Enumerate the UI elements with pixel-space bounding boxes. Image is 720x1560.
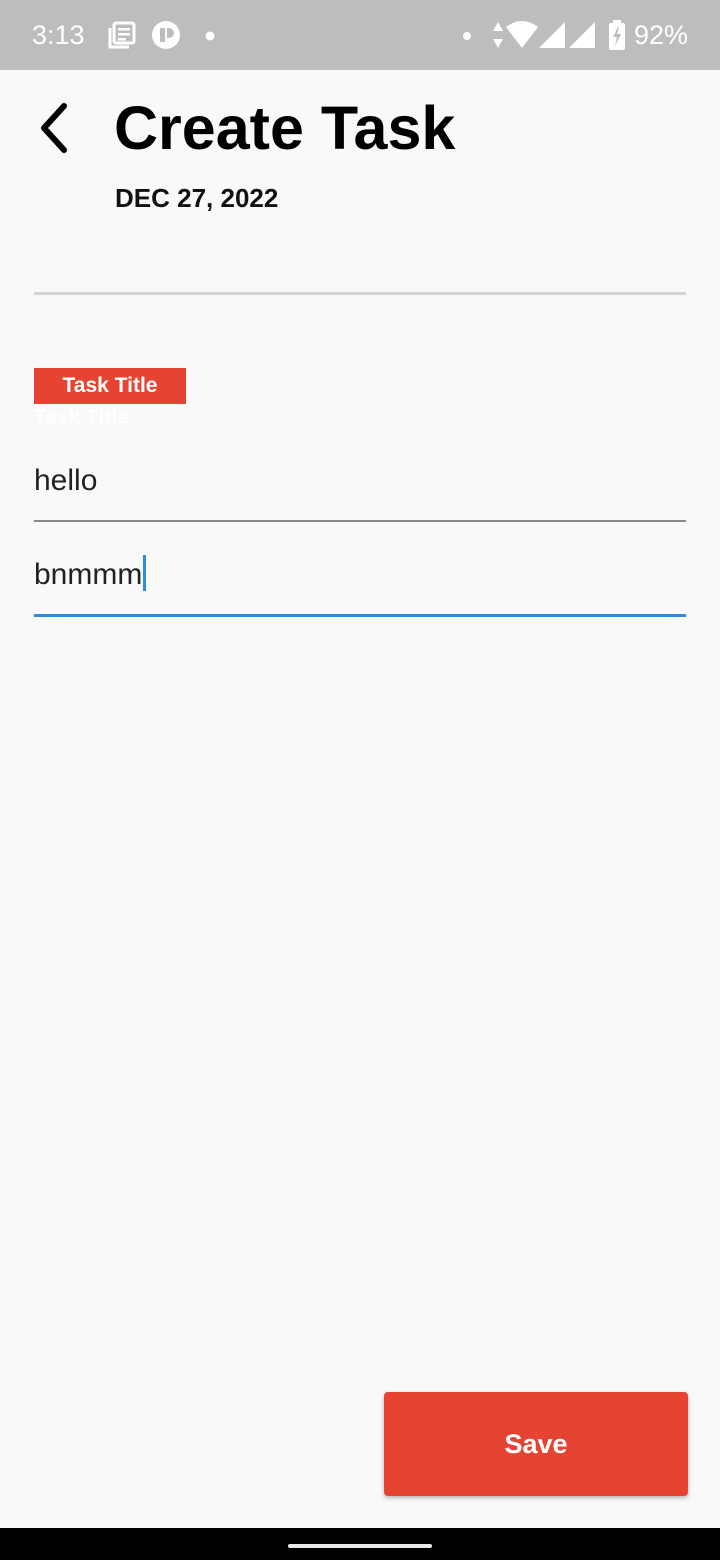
home-gesture-handle[interactable] <box>288 1544 432 1548</box>
header-divider <box>34 292 686 295</box>
signal-icon <box>539 22 565 48</box>
dot-icon <box>205 31 215 41</box>
news-icon <box>108 21 136 49</box>
dot-icon <box>463 32 471 40</box>
save-button[interactable]: Save <box>384 1392 688 1496</box>
wifi-badge: 4 <box>527 38 533 50</box>
task-title-input[interactable]: hello <box>34 458 686 522</box>
status-time: 3:13 <box>32 20 85 50</box>
battery-percentage: 92% <box>634 20 689 50</box>
task-title-label: Task Title <box>34 368 186 404</box>
navigation-bar <box>0 1528 720 1560</box>
battery-charging-icon <box>609 20 625 50</box>
text-cursor <box>143 555 147 591</box>
task-title-value: hello <box>34 464 98 497</box>
chevron-left-icon <box>41 103 67 153</box>
back-button[interactable] <box>28 96 84 160</box>
wifi-icon: 4 <box>506 21 538 50</box>
page-title: Create Task <box>114 94 456 162</box>
status-bar: 3:13 4 92% <box>0 0 720 70</box>
page-date: DEC 27, 2022 <box>115 183 279 213</box>
data-arrows-icon <box>493 22 503 48</box>
task-description-value: bnmmm <box>34 558 143 591</box>
task-title-floating-label: Task Title <box>34 406 129 429</box>
signal-icon <box>569 22 595 48</box>
task-description-input[interactable]: bnmmm <box>34 552 686 617</box>
app-p-icon <box>152 21 180 49</box>
